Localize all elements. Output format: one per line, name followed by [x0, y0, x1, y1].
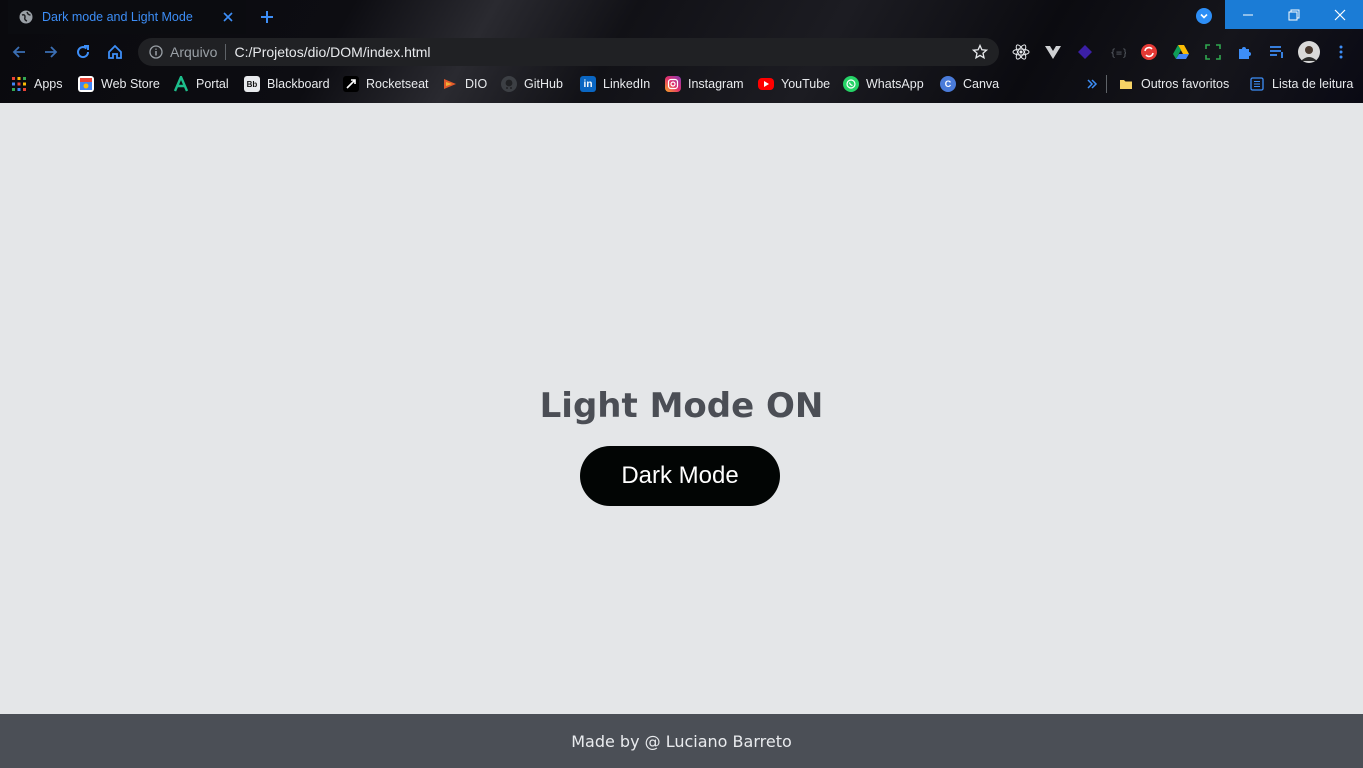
page-title: Light Mode ON [539, 386, 824, 426]
svg-text:{=}: {=} [1110, 48, 1126, 59]
bookmark-label: Blackboard [267, 77, 330, 91]
blackboard-icon: Bb [244, 76, 260, 92]
bookmark-web-store[interactable]: Web Store [78, 74, 160, 94]
info-icon[interactable] [148, 44, 164, 60]
minimize-button[interactable] [1225, 0, 1271, 29]
bookmark-apps[interactable]: Apps [11, 74, 63, 94]
bookmark-rocketseat[interactable]: Rocketseat [343, 74, 429, 94]
home-icon[interactable] [105, 42, 125, 62]
bookmark-label: GitHub [524, 77, 563, 91]
bookmark-label: Instagram [688, 77, 744, 91]
tab-title: Dark mode and Light Mode [42, 10, 193, 24]
linkedin-icon: in [580, 76, 596, 92]
globe-icon [18, 9, 34, 25]
restore-button[interactable] [1271, 0, 1317, 29]
extensions-puzzle-icon[interactable] [1235, 42, 1255, 62]
bookmark-whatsapp[interactable]: WhatsApp [843, 74, 924, 94]
tab-search-icon[interactable] [1196, 8, 1212, 24]
bookmark-github[interactable]: GitHub [501, 74, 563, 94]
webstore-icon [78, 76, 94, 92]
back-arrow-icon[interactable] [9, 42, 29, 62]
bookmark-label: LinkedIn [603, 77, 651, 91]
bookmark-canva[interactable]: C Canva [940, 74, 999, 94]
bookmark-label: Web Store [101, 77, 160, 91]
url-text[interactable]: C:/Projetos/dio/DOM/index.html [234, 44, 971, 60]
apps-grid-icon [11, 76, 27, 92]
browser-chrome: Dark mode and Light Mode Arquivo C:/Proj… [0, 0, 1363, 103]
reading-list-button[interactable]: Lista de leitura [1249, 74, 1353, 94]
bookmark-label: Outros favoritos [1141, 77, 1230, 91]
browser-tab[interactable]: Dark mode and Light Mode [8, 0, 246, 34]
rocketseat-icon [343, 76, 359, 92]
bookmark-label: Portal [196, 77, 229, 91]
dark-mode-button[interactable]: Dark Mode [580, 446, 780, 506]
bookmark-label: DIO [465, 77, 488, 91]
bookmark-label: Apps [34, 77, 63, 91]
folder-icon [1118, 76, 1134, 92]
bookmarks-overflow-icon[interactable] [1086, 74, 1098, 94]
footer-text: Made by @ Luciano Barreto [571, 731, 792, 751]
browser-toolbar: Arquivo C:/Projetos/dio/DOM/index.html {… [0, 34, 1363, 70]
bookmarks-divider [1106, 75, 1107, 93]
github-icon [501, 76, 517, 92]
whatsapp-icon [843, 76, 859, 92]
react-devtools-icon[interactable] [1011, 42, 1031, 62]
diamond-extension-icon[interactable] [1075, 42, 1095, 62]
bookmark-star-icon[interactable] [971, 43, 989, 61]
bookmark-label: Lista de leitura [1272, 77, 1354, 91]
bookmarks-bar: Apps Web Store Portal Bb Blackboard Rock… [0, 70, 1363, 98]
canva-icon: C [940, 76, 956, 92]
google-drive-icon[interactable] [1171, 42, 1191, 62]
bookmark-blackboard[interactable]: Bb Blackboard [244, 74, 330, 94]
youtube-icon [758, 78, 774, 90]
bookmark-label: Canva [963, 77, 1000, 91]
bookmark-label: Rocketseat [366, 77, 429, 91]
bookmark-dio[interactable]: DIO [442, 74, 487, 94]
bookmark-label: YouTube [781, 77, 831, 91]
bookmark-linkedin[interactable]: in LinkedIn [580, 74, 650, 94]
screenshot-extension-icon[interactable] [1203, 42, 1223, 62]
scheme-label: Arquivo [170, 44, 218, 60]
portal-icon [173, 76, 189, 92]
bookmark-portal[interactable]: Portal [173, 74, 229, 94]
close-window-button[interactable] [1317, 0, 1363, 29]
bookmark-instagram[interactable]: Instagram [665, 74, 744, 94]
close-icon[interactable] [220, 9, 236, 25]
vue-devtools-icon[interactable] [1043, 42, 1063, 62]
bookmark-youtube[interactable]: YouTube [758, 74, 830, 94]
forward-arrow-icon[interactable] [41, 42, 61, 62]
new-tab-button[interactable] [257, 7, 277, 27]
bookmark-label: WhatsApp [866, 77, 924, 91]
more-options-icon[interactable] [1331, 42, 1351, 62]
media-queue-icon[interactable] [1267, 42, 1287, 62]
address-bar[interactable]: Arquivo C:/Projetos/dio/DOM/index.html [138, 38, 999, 66]
instagram-icon [665, 76, 681, 92]
page-content: Light Mode ON Dark Mode [0, 103, 1363, 714]
reading-list-icon [1249, 76, 1265, 92]
json-viewer-icon[interactable]: {=} [1107, 42, 1127, 62]
title-bar: Dark mode and Light Mode [0, 0, 1363, 34]
sync-extension-icon[interactable] [1139, 42, 1159, 62]
avatar[interactable] [1298, 41, 1320, 63]
omnibox-divider [225, 44, 227, 60]
dio-icon [442, 76, 458, 92]
bookmark-other-folder[interactable]: Outros favoritos [1118, 74, 1229, 94]
reload-icon[interactable] [73, 42, 93, 62]
page-footer: Made by @ Luciano Barreto [0, 714, 1363, 768]
